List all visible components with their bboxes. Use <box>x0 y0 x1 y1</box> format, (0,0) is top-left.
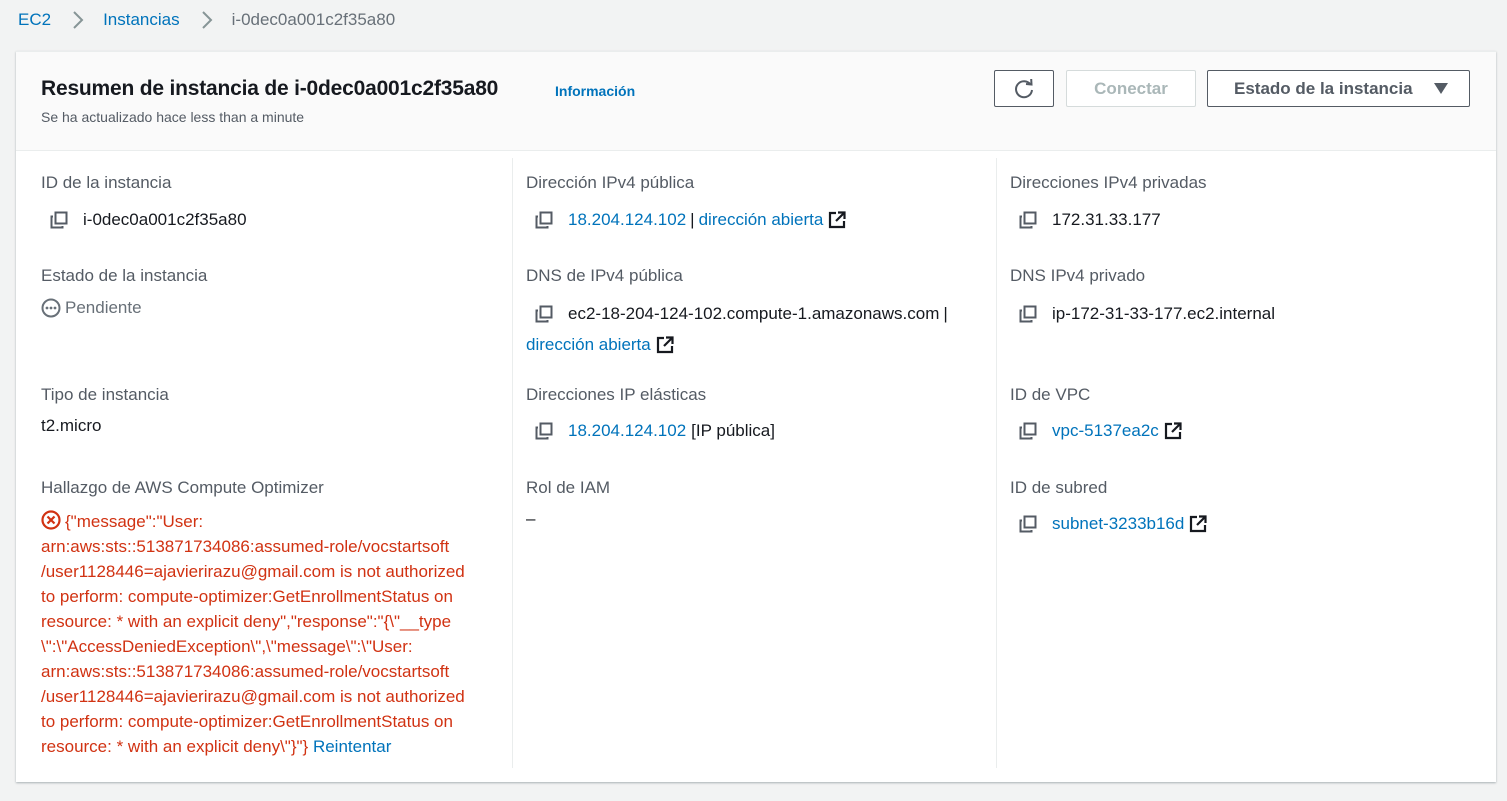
field-compute-optimizer: Hallazgo de AWS Compute Optimizer <box>41 478 324 498</box>
elastic-ip-link[interactable]: 18.204.124.102 <box>568 420 686 442</box>
vpc-link[interactable]: vpc-5137ea2c <box>1052 420 1159 442</box>
chevron-right-icon <box>196 9 218 31</box>
field-label: Rol de IAM <box>526 478 611 497</box>
copy-icon[interactable] <box>50 211 68 229</box>
caret-down-icon <box>1434 83 1448 94</box>
error-line: arn:aws:sts::513871734086:assumed-role/v… <box>41 662 450 681</box>
refresh-button[interactable] <box>994 70 1054 107</box>
error-icon <box>41 510 61 530</box>
refresh-icon <box>1013 78 1035 100</box>
open-address-link[interactable]: dirección abierta <box>699 209 824 231</box>
elastic-ip-suffix: [IP pública] <box>691 421 775 440</box>
field-label: ID de subred <box>1010 478 1108 497</box>
field-public-dns: DNS de IPv4 pública ec2-18-204-124-102.c… <box>526 266 952 356</box>
public-ipv4-link[interactable]: 18.204.124.102 <box>568 209 686 231</box>
field-value: ec2-18-204-124-102.compute-1.amazonaws.c… <box>526 303 952 325</box>
field-label: ID de la instancia <box>41 173 172 192</box>
error-line: arn:aws:sts::513871734086:assumed-role/v… <box>41 537 450 556</box>
field-label: DNS de IPv4 pública <box>526 266 683 285</box>
info-link[interactable]: Información <box>555 83 635 99</box>
error-line: to perform: compute-optimizer:GetEnrollm… <box>41 587 453 606</box>
field-private-dns: DNS IPv4 privado ip-172-31-33-177.ec2.in… <box>1010 266 1275 325</box>
field-value: 172.31.33.177 <box>1010 209 1207 231</box>
private-dns-value: ip-172-31-33-177.ec2.internal <box>1052 304 1276 323</box>
field-value: dirección abierta <box>526 334 952 356</box>
instance-summary-panel: Resumen de instancia de i-0dec0a001c2f35… <box>16 51 1496 782</box>
error-line: {"message":"User: <box>41 509 501 534</box>
breadcrumb-instances[interactable]: Instancias <box>103 10 180 30</box>
field-label: Direcciones IP elásticas <box>526 385 707 404</box>
field-subnet-id: ID de subred subnet-3233b16d <box>1010 478 1208 535</box>
copy-icon[interactable] <box>1019 515 1037 533</box>
field-elastic-ip: Direcciones IP elásticas 18.204.124.102 … <box>526 385 775 442</box>
field-label: Dirección IPv4 pública <box>526 173 695 192</box>
error-line: /user1128446=ajavierirazu@gmail.com is n… <box>41 562 465 581</box>
instance-state-dropdown[interactable]: Estado de la instancia <box>1207 70 1470 107</box>
external-link-icon[interactable] <box>1188 514 1208 534</box>
field-instance-id: ID de la instancia i-0dec0a001c2f35a80 <box>41 173 247 231</box>
field-label: DNS IPv4 privado <box>1010 266 1146 285</box>
field-value: subnet-3233b16d <box>1010 513 1208 535</box>
field-value: i-0dec0a001c2f35a80 <box>41 209 247 231</box>
copy-icon[interactable] <box>1019 211 1037 229</box>
field-instance-type: Tipo de instancia t2.micro <box>41 385 169 437</box>
external-link-icon[interactable] <box>1163 421 1183 441</box>
copy-icon[interactable] <box>1019 305 1037 323</box>
breadcrumb: EC2 Instancias i-0dec0a001c2f35a80 <box>18 8 395 32</box>
column-divider <box>512 158 513 768</box>
subnet-link[interactable]: subnet-3233b16d <box>1052 513 1184 535</box>
field-value: 18.204.124.102 [IP pública] <box>526 420 775 442</box>
instance-state-label: Estado de la instancia <box>1234 78 1413 98</box>
field-label: Hallazgo de AWS Compute Optimizer <box>41 478 324 497</box>
copy-icon[interactable] <box>1019 422 1037 440</box>
field-private-ipv4: Direcciones IPv4 privadas 172.31.33.177 <box>1010 173 1207 231</box>
error-line: resource: * with an explicit deny\"}"} R… <box>41 737 392 756</box>
error-line: /user1128446=ajavierirazu@gmail.com is n… <box>41 687 465 706</box>
error-line: \":\"AccessDeniedException\",\"message\"… <box>41 637 413 656</box>
field-value: ip-172-31-33-177.ec2.internal <box>1010 303 1275 325</box>
field-label: ID de VPC <box>1010 385 1091 404</box>
pending-icon <box>41 298 61 318</box>
field-label: Tipo de instancia <box>41 385 169 404</box>
field-value: vpc-5137ea2c <box>1010 420 1183 442</box>
separator: | <box>943 304 948 323</box>
public-dns-value: ec2-18-204-124-102.compute-1.amazonaws.c… <box>568 304 940 323</box>
copy-icon[interactable] <box>535 422 553 440</box>
column-divider <box>996 158 997 768</box>
panel-header: Resumen de instancia de i-0dec0a001c2f35… <box>16 52 1496 151</box>
field-vpc-id: ID de VPC vpc-5137ea2c <box>1010 385 1183 442</box>
field-label: Direcciones IPv4 privadas <box>1010 173 1207 192</box>
copy-icon[interactable] <box>535 211 553 229</box>
field-iam-role: Rol de IAM – <box>526 478 610 530</box>
copy-icon[interactable] <box>535 305 553 323</box>
page-title: Resumen de instancia de i-0dec0a001c2f35… <box>41 77 499 100</box>
breadcrumb-ec2[interactable]: EC2 <box>18 10 51 30</box>
private-ipv4-value: 172.31.33.177 <box>1052 210 1161 229</box>
instance-type-value: t2.micro <box>41 416 102 435</box>
error-line: resource: * with an explicit deny","resp… <box>41 612 452 631</box>
compute-optimizer-error: {"message":"User: arn:aws:sts::513871734… <box>41 509 501 759</box>
instance-state-value: Pendiente <box>65 298 142 317</box>
open-address-link[interactable]: dirección abierta <box>526 334 651 356</box>
field-instance-state: Estado de la instancia Pendiente <box>41 266 207 318</box>
field-public-ipv4: Dirección IPv4 pública 18.204.124.102 | … <box>526 173 847 231</box>
error-line: to perform: compute-optimizer:GetEnrollm… <box>41 712 453 731</box>
instance-id-value: i-0dec0a001c2f35a80 <box>83 210 247 229</box>
last-updated-text: Se ha actualizado hace less than a minut… <box>41 109 305 125</box>
external-link-icon[interactable] <box>827 210 847 230</box>
field-label: Estado de la instancia <box>41 266 208 285</box>
chevron-right-icon <box>67 9 89 31</box>
retry-link[interactable]: Reintentar <box>313 737 391 756</box>
separator: | <box>690 210 695 229</box>
status-badge: Pendiente <box>41 298 207 318</box>
iam-role-value: – <box>526 509 536 528</box>
field-value: 18.204.124.102 | dirección abierta <box>526 209 847 231</box>
external-link-icon[interactable] <box>655 335 675 355</box>
connect-button[interactable]: Conectar <box>1066 70 1196 107</box>
breadcrumb-current: i-0dec0a001c2f35a80 <box>231 10 396 29</box>
